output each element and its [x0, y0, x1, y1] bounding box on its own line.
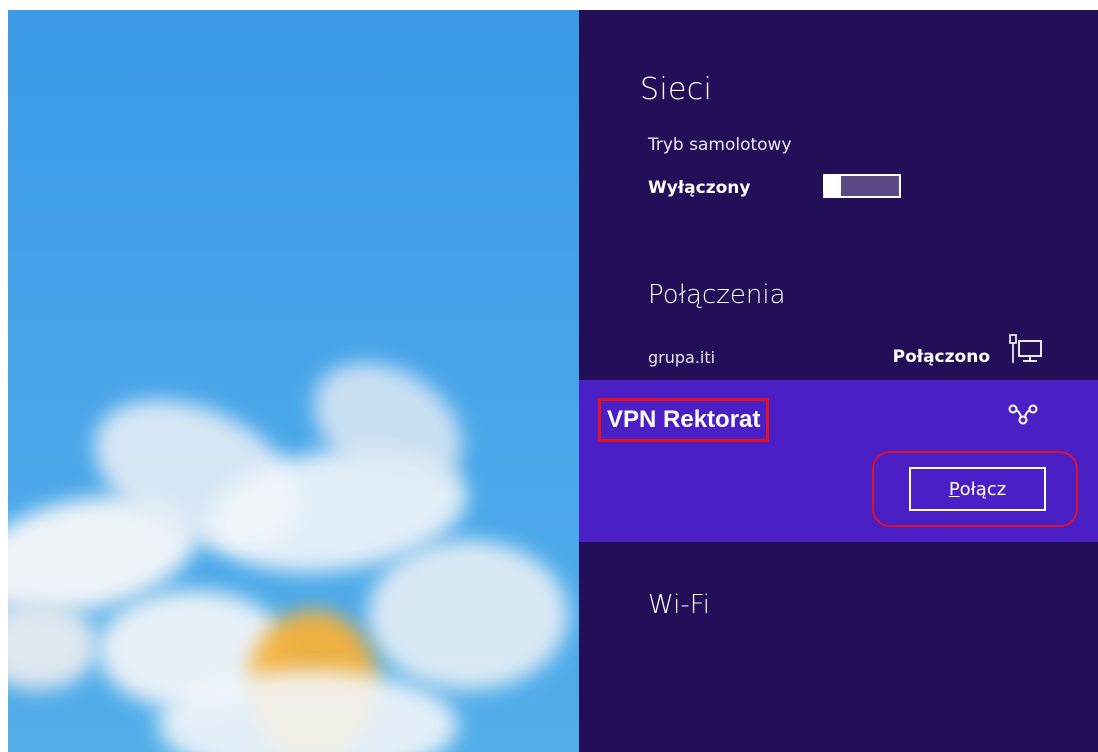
connect-button[interactable]: Połącz: [909, 467, 1046, 511]
networks-panel: Sieci Tryb samolotowy Wyłączony Połączen…: [579, 10, 1098, 752]
vpn-icon: [1008, 404, 1038, 425]
connect-button-label: ołącz: [959, 478, 1007, 500]
vpn-connection-item[interactable]: VPN Rektorat Połącz: [579, 380, 1098, 542]
connect-button-accesskey: P: [948, 478, 960, 500]
airplane-mode-state: Wyłączony: [648, 178, 751, 198]
network-name[interactable]: grupa.iti: [648, 348, 715, 367]
connections-title: Połączenia: [648, 280, 786, 310]
vpn-name: VPN Rektorat: [607, 406, 761, 433]
desktop-background: [8, 10, 579, 752]
network-status: Połączono: [892, 347, 990, 367]
toggle-thumb[interactable]: [823, 174, 841, 198]
panel-title: Sieci: [640, 72, 713, 107]
vpn-name-highlight: VPN Rektorat: [598, 398, 770, 442]
wired-network-icon: [1009, 334, 1042, 363]
airplane-mode-label: Tryb samolotowy: [648, 135, 792, 155]
wifi-title: Wi-Fi: [648, 590, 711, 620]
airplane-mode-toggle[interactable]: [823, 174, 901, 198]
